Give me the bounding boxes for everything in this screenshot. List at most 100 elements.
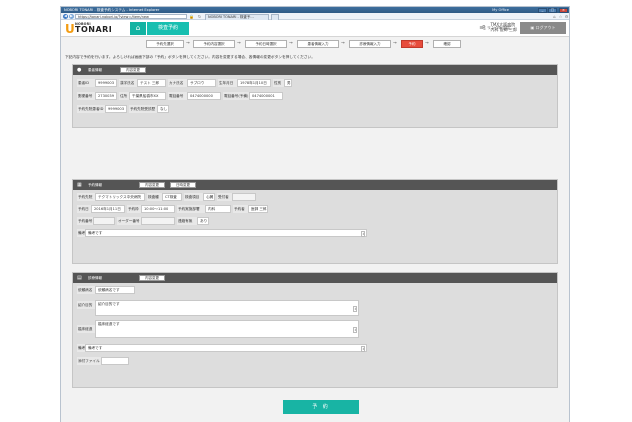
logo-mark-icon: U bbox=[65, 22, 75, 36]
forward-arrow-icon[interactable]: ▶ bbox=[69, 14, 74, 19]
home-button[interactable]: ⌂ bbox=[130, 22, 146, 35]
step-clinical-info: 診療情報入力 bbox=[349, 40, 391, 48]
logout-icon: ▣ bbox=[530, 25, 535, 30]
reserve-submit-button[interactable]: 予 約 bbox=[283, 400, 359, 414]
contact-value: あり bbox=[197, 217, 209, 225]
step-arrow-icon: → bbox=[425, 41, 429, 46]
zip-label: 郵便番号 bbox=[77, 92, 95, 100]
external-patient-id-value: 9999003 bbox=[105, 105, 127, 113]
receptionist-value bbox=[232, 193, 256, 201]
reservation-section-header: ▦ 予約情報 内容変更 日時変更 bbox=[73, 180, 557, 190]
clinical-section-header: ▤ 診療情報 内容変更 bbox=[73, 273, 557, 283]
phone-spare-label: 電話番号(予備) bbox=[223, 92, 249, 100]
exam-item-value: 心臓 bbox=[203, 193, 215, 201]
destination-value: テクマトリックス中央病院 bbox=[95, 193, 145, 201]
address-bar: ◀ ▶ https://tonari.nobori.io/?view=/item… bbox=[61, 13, 569, 20]
phone-spare-value: 0474000001 bbox=[249, 92, 283, 100]
attachment-field[interactable] bbox=[101, 357, 129, 365]
clinical-memo-field[interactable]: 備考です ⇕ bbox=[85, 344, 367, 352]
stepper-arrows-icon[interactable]: ⇕ bbox=[353, 306, 357, 312]
patient-section-title: 患者情報 bbox=[88, 68, 102, 72]
step-select-content: 予約内容選択 bbox=[193, 40, 235, 48]
reservation-row-1: 予約先院 テクマトリックス中央病院 検査種 CT検査 検査項目 心臓 受付者 bbox=[77, 193, 557, 201]
step-reserve: 予約 bbox=[401, 40, 423, 48]
clinical-info-section: ▤ 診療情報 内容変更 依頼病名 依頼病名です 紹介目的 紹介目的です ⇕ 臨床… bbox=[72, 272, 558, 388]
step-select-datetime: 予約日時選択 bbox=[245, 40, 287, 48]
contact-label: 連絡有無 bbox=[177, 217, 197, 225]
address-value: 千葉県船橋市XX bbox=[129, 92, 166, 100]
purpose-textarea[interactable]: 紹介目的です ⇕ bbox=[95, 300, 359, 316]
phone-label: 電話番号 bbox=[168, 92, 187, 100]
back-arrow-icon[interactable]: ◀ bbox=[63, 14, 68, 19]
link-icon: ⎘ bbox=[482, 25, 486, 30]
lock-icon: 🔒 bbox=[189, 14, 194, 19]
step-patient-info: 患者情報入力 bbox=[297, 40, 339, 48]
sex-label: 性別 bbox=[273, 79, 284, 87]
disease-value: 依頼病名です bbox=[95, 286, 135, 294]
kana-name-value: サブロウ bbox=[187, 79, 216, 87]
calendar-icon: ▦ bbox=[77, 182, 82, 188]
kana-name-label: カナ氏名 bbox=[168, 79, 187, 87]
user-org-info: TMX大阪病院 内科 医師 三郎 bbox=[490, 22, 517, 32]
tab-reservation[interactable]: 検査予約 bbox=[147, 22, 189, 35]
logo-big-text: TONARI bbox=[75, 25, 113, 34]
exam-type-value: CT検査 bbox=[162, 193, 182, 201]
gear-icon[interactable]: ⚙ bbox=[564, 14, 569, 19]
clinical-memo-text: 備考です bbox=[88, 346, 103, 350]
reservation-memo-label: 備考 bbox=[77, 229, 86, 237]
url-field[interactable]: https://tonari.nobori.io/?view=/item/new bbox=[75, 14, 187, 19]
order-number-value bbox=[141, 217, 175, 225]
patient-row-1: 患者ID 9999003 漢字氏名 テスト 三郎 カナ氏名 サブロウ 生年月日 … bbox=[77, 79, 557, 87]
step-arrow-icon: → bbox=[186, 41, 190, 46]
department-label: 予約実施部署 bbox=[177, 205, 205, 213]
favorites-star-icon[interactable]: ☆ bbox=[558, 14, 563, 19]
stepper-arrows-icon[interactable]: ⇕ bbox=[361, 230, 365, 237]
disease-label: 依頼病名 bbox=[77, 286, 95, 294]
house-icon: ⌂ bbox=[135, 24, 141, 32]
reservation-edit-button[interactable]: 内容変更 bbox=[139, 182, 165, 188]
clinical-memo-label: 備考 bbox=[77, 344, 86, 352]
step-arrow-icon: → bbox=[393, 41, 397, 46]
clinical-section-title: 診療情報 bbox=[88, 276, 102, 280]
home-icon[interactable]: ⌂ bbox=[552, 14, 557, 19]
patient-row-3: 予約先院患者ID 9999003 予約先院受診歴 なし bbox=[77, 105, 557, 113]
close-window-button[interactable]: × bbox=[559, 7, 568, 13]
receptionist-label: 受付者 bbox=[217, 193, 232, 201]
clinical-row-attach: 添付ファイル bbox=[77, 357, 557, 365]
reservation-memo-text: 備考です bbox=[88, 231, 103, 235]
stepper-arrows-icon[interactable]: ⇕ bbox=[353, 327, 357, 333]
exam-type-label: 検査種 bbox=[147, 193, 162, 201]
reservation-info-section: ▦ 予約情報 内容変更 日時変更 予約先院 テクマトリックス中央病院 検査種 C… bbox=[72, 179, 558, 264]
kanji-name-value: テスト 三郎 bbox=[137, 79, 166, 87]
attachment-label: 添付ファイル bbox=[77, 357, 101, 365]
browser-window: NOBORI TONARI - 検査予約システム - Internet Expl… bbox=[60, 6, 570, 422]
department-value: 内科 bbox=[205, 205, 231, 213]
reservation-number-value bbox=[93, 217, 115, 225]
patient-edit-button[interactable]: 内容変更 bbox=[120, 67, 146, 73]
refresh-icon[interactable]: ↻ bbox=[197, 14, 202, 19]
instruction-text: 下記内容で予約を行います。よろしければ画面下部の「予約」ボタンを押してください。… bbox=[65, 55, 315, 59]
person-icon: ● bbox=[77, 67, 82, 73]
step-arrow-icon: → bbox=[237, 41, 241, 46]
clinical-edit-button[interactable]: 内容変更 bbox=[139, 275, 165, 281]
maximize-button[interactable]: □ bbox=[548, 7, 557, 13]
dob-label: 生年月日 bbox=[218, 79, 237, 87]
window-title: NOBORI TONARI - 検査予約システム - Internet Expl… bbox=[64, 8, 160, 12]
reservation-row-3: 予約番号 オーダー番号 連絡有無 あり bbox=[77, 217, 557, 225]
minimize-button[interactable]: _ bbox=[538, 7, 547, 13]
dob-value: 1978年1月10日 bbox=[237, 79, 271, 87]
datetime-edit-button[interactable]: 日時変更 bbox=[170, 182, 196, 188]
patient-section-header: ● 患者情報 内容変更 bbox=[73, 65, 557, 75]
step-confirm: 確認 bbox=[433, 40, 461, 48]
destination-label: 予約先院 bbox=[77, 193, 95, 201]
history-textarea[interactable]: 臨床経過です ⇕ bbox=[95, 320, 359, 338]
app-header: U NOBORI TONARI ⌂ 検査予約 ☰ ⎘ リンク ⊞ 設定 TMX大… bbox=[61, 20, 569, 37]
stepper-arrows-icon[interactable]: ⇕ bbox=[361, 345, 365, 352]
step-arrow-icon: → bbox=[341, 41, 345, 46]
reservation-section-title: 予約情報 bbox=[88, 183, 102, 187]
zip-value: 2730039 bbox=[95, 92, 117, 100]
address-label: 住所 bbox=[119, 92, 129, 100]
reservation-memo-field[interactable]: 備考です ⇕ bbox=[85, 229, 367, 237]
visit-history-label: 予約先院受診歴 bbox=[129, 105, 157, 113]
logout-button[interactable]: ▣ ログアウト bbox=[520, 22, 566, 34]
